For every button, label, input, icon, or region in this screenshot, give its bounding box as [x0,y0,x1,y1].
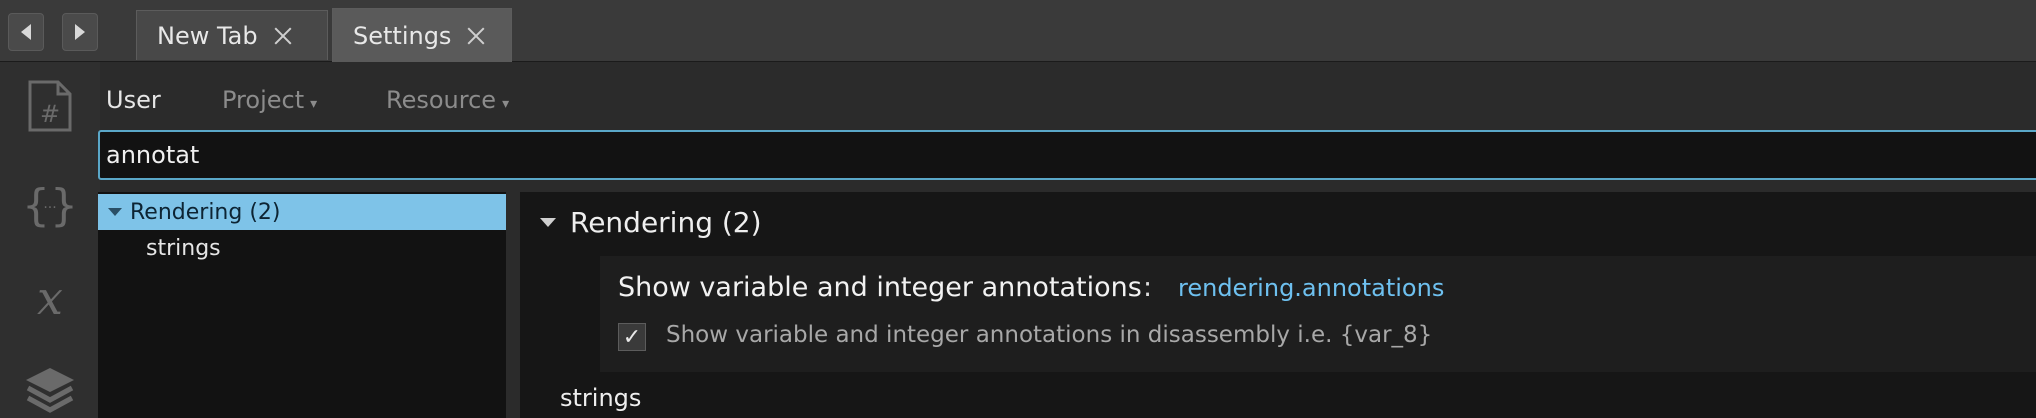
settings-tree: Rendering (2) strings [98,192,506,418]
checkmark-icon: ✓ [622,324,642,350]
setting-key-link[interactable]: rendering.annotations [1178,274,1444,302]
tab-settings[interactable]: Settings [332,8,512,62]
expand-triangle-icon[interactable] [108,208,122,216]
collapse-triangle-icon[interactable] [540,218,556,227]
scope-project[interactable]: Project ▾ [222,86,317,114]
scope-user[interactable]: User [106,86,161,114]
close-icon[interactable] [465,25,487,47]
caret-down-icon: ▾ [310,96,318,112]
tab-label: New Tab [157,21,258,50]
scope-user-label: User [106,86,161,114]
svg-text:#: # [40,100,60,128]
tree-item-rendering[interactable]: Rendering (2) [98,194,506,230]
tab-label: Settings [353,21,452,50]
braces-icon[interactable]: {} ··· [22,178,78,234]
close-icon[interactable] [272,25,294,47]
annotations-checkbox[interactable]: ✓ [618,323,646,351]
settings-search-input[interactable] [98,130,2036,180]
caret-down-icon: ▾ [502,96,510,112]
svg-text:x: x [37,271,63,325]
layers-icon[interactable] [22,362,78,418]
tree-item-strings[interactable]: strings [98,230,506,266]
scope-resource[interactable]: Resource ▾ [386,86,509,114]
tab-new-tab[interactable]: New Tab [136,10,328,60]
hash-file-icon[interactable]: # [22,78,78,134]
section-title: Rendering (2) [570,206,762,239]
forward-button[interactable] [62,13,98,51]
arrow-left-icon [21,24,31,40]
section-header-rendering[interactable]: Rendering (2) [540,206,762,239]
back-button[interactable] [8,13,44,51]
tree-item-label: strings [146,235,221,261]
scope-project-label: Project [222,86,305,114]
section-title-strings: strings [560,384,642,412]
setting-title: Show variable and integer annotations [618,272,1142,303]
arrow-right-icon [75,24,85,40]
tree-item-label: Rendering (2) [130,199,281,225]
setting-description: Show variable and integer annotations in… [666,322,1433,348]
variable-x-icon[interactable]: x [22,270,78,326]
setting-separator: : [1143,272,1153,303]
scope-resource-label: Resource [386,86,497,114]
svg-text:···: ··· [43,200,56,216]
